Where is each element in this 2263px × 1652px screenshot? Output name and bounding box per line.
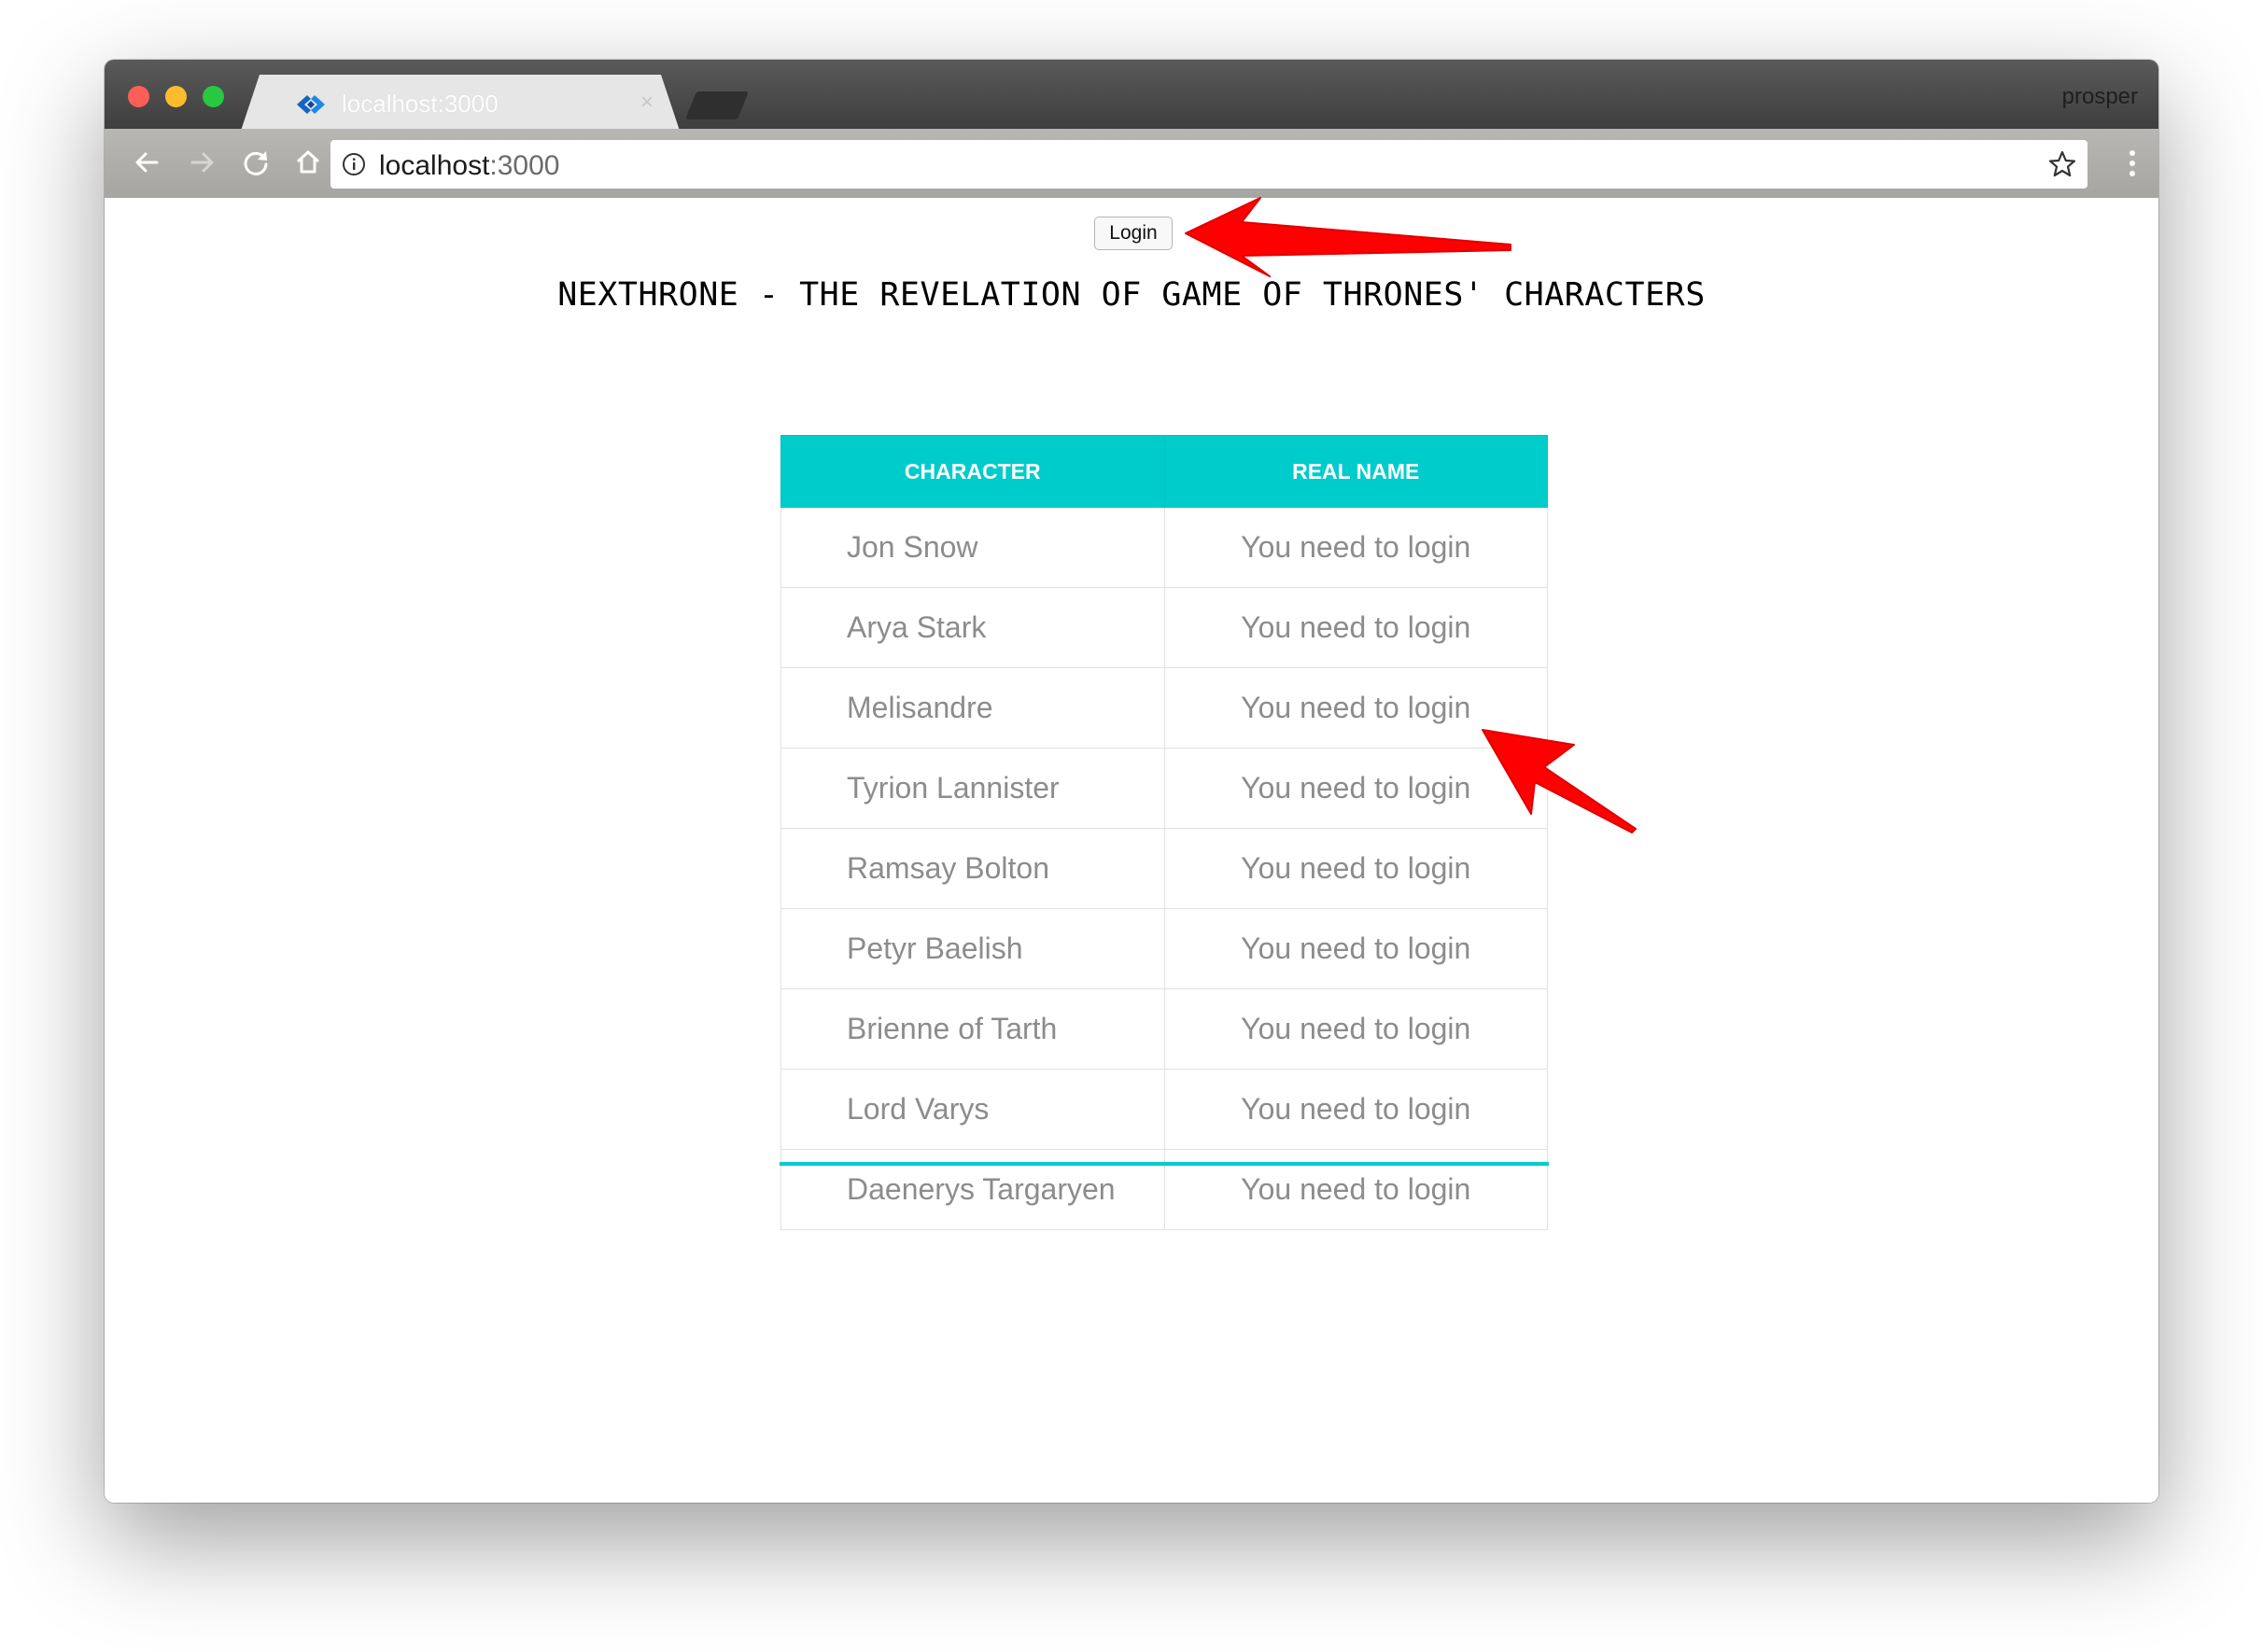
tab-title: localhost:3000 [342, 90, 499, 118]
character-name-cell: Jon Snow [780, 507, 1165, 588]
real-name-cell: You need to login [1163, 1069, 1548, 1150]
back-arrow-icon[interactable] [127, 142, 168, 183]
browser-tab[interactable]: localhost:3000 × [241, 75, 680, 131]
browser-toolbar: localhost:3000 [105, 129, 2158, 198]
close-window-button[interactable] [128, 86, 149, 107]
tab-close-icon[interactable]: × [640, 90, 654, 116]
character-name-cell: Lord Varys [780, 1069, 1165, 1150]
table-row: Ramsay Bolton You need to login [780, 828, 1548, 909]
character-name-cell: Ramsay Bolton [780, 828, 1165, 909]
bookmark-star-icon[interactable] [2046, 148, 2078, 180]
maximize-window-button[interactable] [203, 86, 224, 107]
address-text[interactable]: localhost:3000 [379, 150, 559, 182]
character-name-cell: Arya Stark [780, 587, 1165, 668]
real-name-cell: You need to login [1163, 667, 1548, 749]
table-bottom-border [780, 1162, 1549, 1166]
login-button[interactable]: Login [1094, 217, 1173, 250]
character-name-cell: Petyr Baelish [780, 908, 1165, 989]
table-row: Melisandre You need to login [780, 667, 1548, 749]
address-bar[interactable]: localhost:3000 [330, 140, 2087, 189]
real-name-cell: You need to login [1163, 748, 1548, 829]
character-name-cell: Melisandre [780, 667, 1165, 749]
reload-icon[interactable] [235, 142, 276, 183]
table-row: Lord Varys You need to login [780, 1069, 1548, 1150]
title-bar: localhost:3000 × prosper [105, 60, 2158, 131]
table-row: Brienne of Tarth You need to login [780, 988, 1548, 1070]
browser-window: localhost:3000 × prosper localhost:3000 [105, 60, 2158, 1503]
real-name-cell: You need to login [1163, 988, 1548, 1070]
table-row: Tyrion Lannister You need to login [780, 748, 1548, 829]
column-header-real-name: REAL NAME [1163, 435, 1548, 508]
profile-name[interactable]: prosper [2062, 84, 2138, 110]
new-tab-button[interactable] [684, 91, 750, 119]
characters-table: CHARACTER REAL NAME Jon Snow You need to … [780, 435, 1548, 1230]
character-name-cell: Brienne of Tarth [780, 988, 1165, 1070]
table-header-row: CHARACTER REAL NAME [780, 435, 1548, 508]
minimize-window-button[interactable] [165, 86, 187, 107]
page-content: Login NEXTHRONE - THE REVELATION OF GAME… [105, 198, 2158, 1503]
column-header-character: CHARACTER [780, 435, 1165, 508]
character-name-cell: Tyrion Lannister [780, 748, 1165, 829]
site-info-icon[interactable] [342, 152, 366, 176]
table-row: Arya Stark You need to login [780, 587, 1548, 668]
forward-arrow-icon[interactable] [181, 142, 222, 183]
real-name-cell: You need to login [1163, 587, 1548, 668]
next-logo-icon [297, 95, 325, 114]
table-row: Jon Snow You need to login [780, 507, 1548, 588]
home-icon[interactable] [288, 142, 329, 183]
address-port: :3000 [489, 150, 560, 181]
real-name-cell: You need to login [1163, 507, 1548, 588]
table-body: Jon Snow You need to login Arya Stark You n… [780, 507, 1548, 1230]
browser-menu-icon[interactable] [2129, 149, 2136, 177]
real-name-cell: You need to login [1163, 828, 1548, 909]
real-name-cell: You need to login [1163, 908, 1548, 989]
table-row: Petyr Baelish You need to login [780, 908, 1548, 989]
address-host: localhost [379, 150, 490, 181]
page-title: NEXTHRONE - THE REVELATION OF GAME OF TH… [557, 276, 1706, 314]
